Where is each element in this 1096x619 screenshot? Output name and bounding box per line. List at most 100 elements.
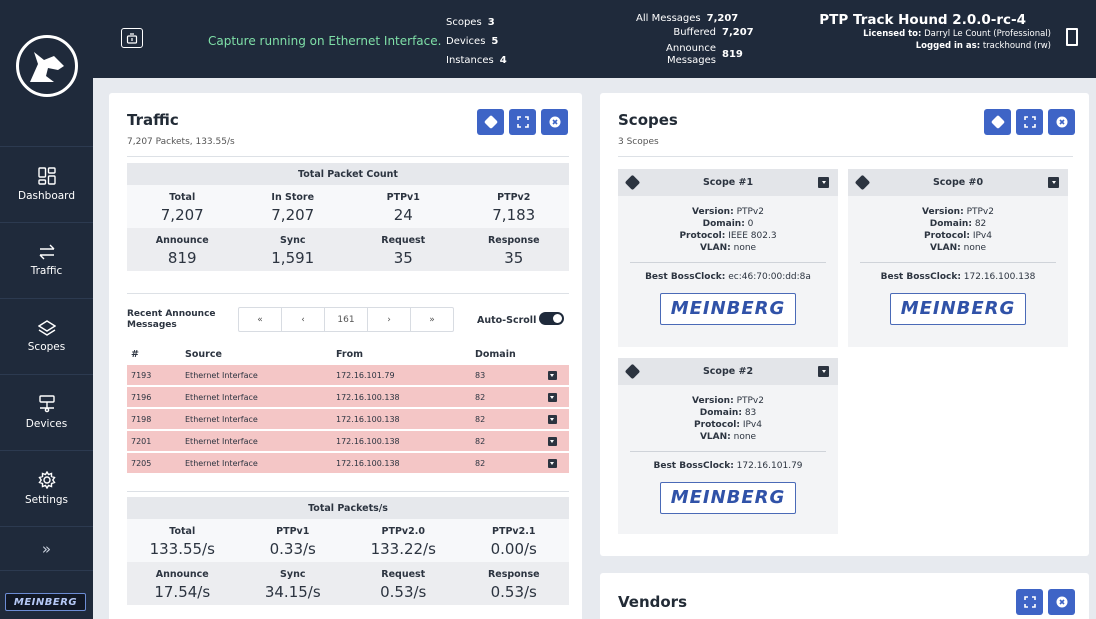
stat-label: PTPv1 xyxy=(276,526,310,537)
expand-row-icon[interactable] xyxy=(547,370,557,380)
scopes-fullscreen-button[interactable] xyxy=(1016,109,1043,135)
table-row[interactable]: 7198 Ethernet Interface 172.16.100.138 82 xyxy=(127,409,569,431)
autoscroll-toggle[interactable] xyxy=(539,312,564,325)
col-from[interactable]: From xyxy=(336,349,475,360)
vlan-label: VLAN: xyxy=(699,432,731,442)
vlan-value: none xyxy=(963,243,987,253)
row-source: Ethernet Interface xyxy=(185,436,258,446)
scope-navigate-icon[interactable] xyxy=(624,174,641,191)
expand-row-icon[interactable] xyxy=(547,458,557,468)
expand-row-icon[interactable] xyxy=(547,414,557,424)
navigate-icon xyxy=(483,114,498,130)
close-icon xyxy=(549,116,560,128)
prev-page-button[interactable]: ‹ xyxy=(282,308,325,331)
stat-value: 133.22/s xyxy=(370,540,436,558)
nav-devices-label: Devices xyxy=(25,418,68,430)
row-domain: 82 xyxy=(475,414,486,424)
expand-row-icon[interactable] xyxy=(547,436,557,446)
nav-devices[interactable]: Devices xyxy=(0,375,93,451)
stat-value: 24 xyxy=(393,206,413,224)
buffered-value: 7,207 xyxy=(722,27,754,38)
nav-scopes[interactable]: Scopes xyxy=(0,299,93,375)
sidebar: Dashboard Traffic Scopes Devices Setting… xyxy=(0,0,93,619)
announce-label: Announce xyxy=(666,43,716,54)
bossclock-label: Best BossClock: xyxy=(645,272,726,282)
logged-value: trackhound (rw) xyxy=(982,41,1051,51)
topbar: Capture running on Ethernet Interface. S… xyxy=(93,0,1096,78)
protocol-value: IPv4 xyxy=(972,231,992,241)
table-row[interactable]: 7205 Ethernet Interface 172.16.100.138 82 xyxy=(127,453,569,475)
stat-label: Sync xyxy=(280,569,306,580)
stat-label: In Store xyxy=(271,192,315,203)
total-packet-count-header: Total Packet Count xyxy=(127,163,569,185)
last-page-button[interactable]: » xyxy=(411,308,453,331)
vendors-fullscreen-button[interactable] xyxy=(1016,589,1043,615)
scope-navigate-icon[interactable] xyxy=(624,363,641,380)
table-row[interactable]: 7196 Ethernet Interface 172.16.100.138 82 xyxy=(127,387,569,409)
vendors-close-button[interactable] xyxy=(1048,589,1075,615)
table-row[interactable]: 7201 Ethernet Interface 172.16.100.138 82 xyxy=(127,431,569,453)
scope-card-0: Scope #0 Version: PTPv2 Domain: 82 Proto… xyxy=(848,169,1068,347)
scopes-close-button[interactable] xyxy=(1048,109,1075,135)
capture-icon[interactable] xyxy=(121,28,143,48)
scopes-navigate-button[interactable] xyxy=(984,109,1011,135)
traffic-close-button[interactable] xyxy=(541,109,568,135)
stat-value: 34.15/s xyxy=(264,583,321,601)
expand-row-icon[interactable] xyxy=(547,392,557,402)
vlan-label: VLAN: xyxy=(699,243,731,253)
stat-label: Response xyxy=(487,569,540,580)
scope-navigate-icon[interactable] xyxy=(854,174,871,191)
current-page[interactable]: 161 xyxy=(325,308,368,331)
scope-expand-icon[interactable] xyxy=(818,177,829,188)
version-label: Version: xyxy=(692,396,734,406)
traffic-fullscreen-button[interactable] xyxy=(509,109,536,135)
licensed-label: Licensed to: xyxy=(863,29,922,39)
row-domain: 82 xyxy=(475,458,486,468)
table-row[interactable]: 7193 Ethernet Interface 172.16.101.79 83 xyxy=(127,365,569,387)
version-label: Version: xyxy=(922,207,964,217)
traffic-navigate-button[interactable] xyxy=(477,109,504,135)
first-page-button[interactable]: « xyxy=(239,308,282,331)
scope-expand-icon[interactable] xyxy=(818,366,829,377)
devices-stat-value: 5 xyxy=(491,36,499,47)
dog-logo-icon xyxy=(15,35,78,97)
nav-dashboard-label: Dashboard xyxy=(18,190,75,202)
traffic-arrows-icon xyxy=(39,244,54,260)
domain-value: 0 xyxy=(747,219,754,229)
meinberg-logo: MEINBERG xyxy=(890,293,1026,325)
stat-value: 35 xyxy=(504,249,524,267)
stat-value: 7,207 xyxy=(160,206,204,224)
nav-settings[interactable]: Settings xyxy=(0,451,93,527)
bossclock-value: ec:46:70:00:dd:8a xyxy=(728,272,811,282)
stat-value: 7,207 xyxy=(271,206,315,224)
scopes-subtitle: 3 Scopes xyxy=(618,137,659,147)
buffered-label: Buffered xyxy=(673,27,716,38)
scopes-title: Scopes xyxy=(618,111,678,129)
domain-label: Domain: xyxy=(702,219,745,229)
next-page-button[interactable]: › xyxy=(368,308,411,331)
stat-value: 133.55/s xyxy=(149,540,215,558)
dashboard-icon xyxy=(37,167,56,185)
expand-sidebar-button[interactable]: » xyxy=(0,527,93,571)
traffic-title: Traffic xyxy=(127,111,179,129)
all-messages-value: 7,207 xyxy=(706,13,739,24)
logout-door-icon[interactable] xyxy=(1066,28,1078,46)
stat-value: 7,183 xyxy=(492,206,536,224)
stat-value: 0.00/s xyxy=(490,540,537,558)
col-number[interactable]: # xyxy=(127,349,185,360)
stat-value: 0.53/s xyxy=(490,583,537,601)
domain-value: 83 xyxy=(744,408,757,418)
buffered-stat: Buffered 7,207 xyxy=(636,27,756,39)
stat-value: 17.54/s xyxy=(154,583,211,601)
col-source[interactable]: Source xyxy=(185,349,336,360)
scope-expand-icon[interactable] xyxy=(1048,177,1059,188)
stat-value: 819 xyxy=(167,249,197,267)
col-domain[interactable]: Domain xyxy=(475,349,535,360)
capture-status: Capture running on Ethernet Interface. xyxy=(208,34,442,48)
row-domain: 82 xyxy=(475,392,486,402)
nav-traffic-label: Traffic xyxy=(30,265,63,277)
nav-traffic[interactable]: Traffic xyxy=(0,223,93,299)
row-source: Ethernet Interface xyxy=(185,370,258,380)
nav-dashboard[interactable]: Dashboard xyxy=(0,147,93,223)
stat-label: Total xyxy=(169,192,196,203)
